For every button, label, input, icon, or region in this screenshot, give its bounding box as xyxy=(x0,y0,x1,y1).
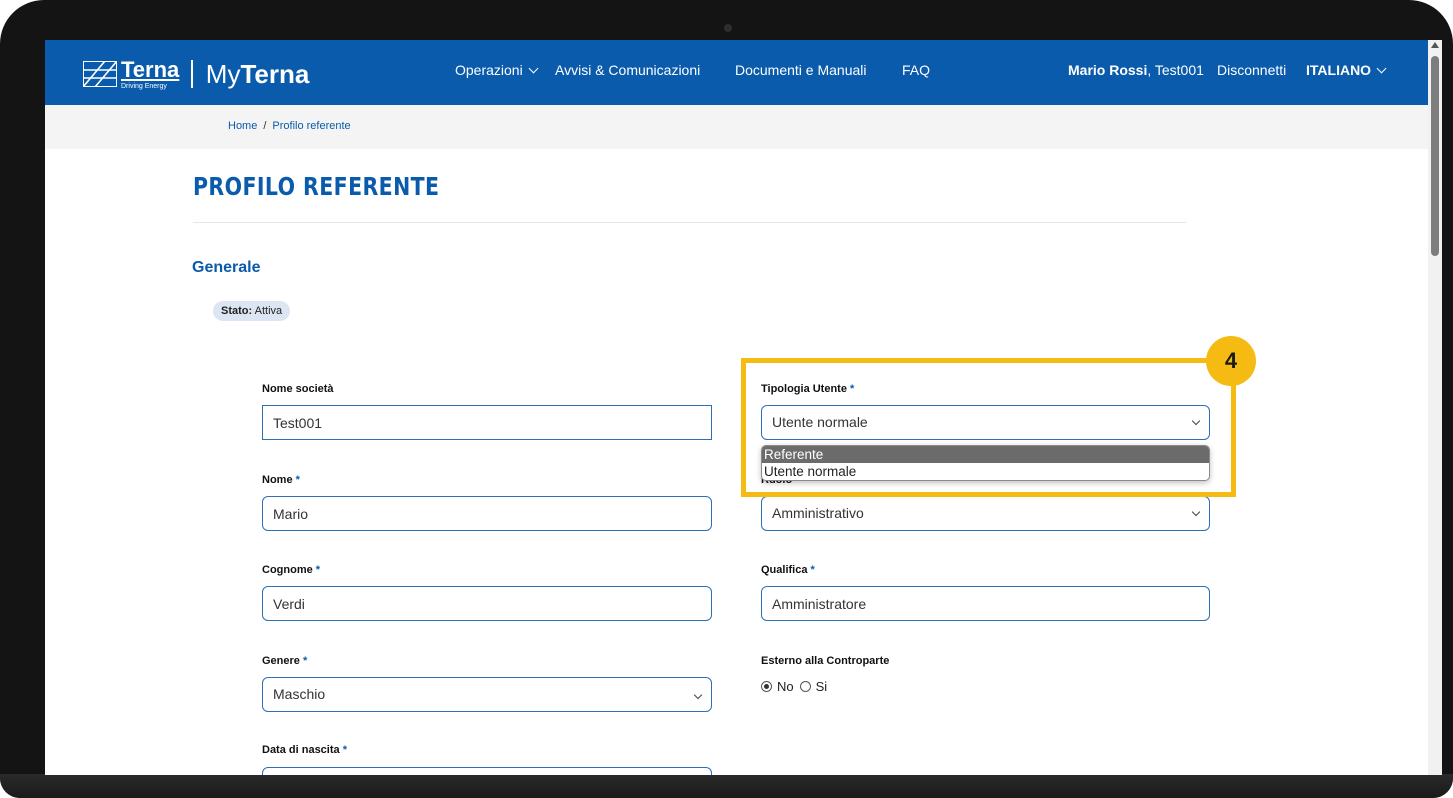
data-nascita-label: Data di nascita * xyxy=(262,744,347,756)
nome-label: Nome * xyxy=(262,474,300,486)
terna-logo[interactable]: Terna Driving Energy MyTerna xyxy=(83,54,309,94)
genere-select[interactable]: Maschio xyxy=(262,677,712,712)
cognome-input[interactable] xyxy=(262,586,712,621)
nome-societa-input[interactable] xyxy=(262,405,712,440)
language-selector[interactable]: ITALIANO xyxy=(1306,62,1387,78)
nav-faq[interactable]: FAQ xyxy=(902,62,930,78)
brand-tagline: Driving Energy xyxy=(121,82,167,90)
nav-operazioni[interactable]: Operazioni xyxy=(455,62,539,78)
data-nascita-label-text: Data di nascita xyxy=(262,744,340,756)
qualifica-label-text: Qualifica xyxy=(761,564,808,576)
genere-label-text: Genere xyxy=(262,655,300,667)
required-mark: * xyxy=(315,564,321,576)
user-name: Mario Rossi xyxy=(1068,62,1148,78)
cognome-label: Cognome * xyxy=(262,564,320,576)
title-divider xyxy=(193,222,1186,223)
app-name-prefix: My xyxy=(205,58,241,89)
required-mark: * xyxy=(810,564,815,576)
nome-input[interactable] xyxy=(262,496,712,531)
section-title: Generale xyxy=(192,259,261,276)
qualifica-input[interactable] xyxy=(761,586,1210,621)
radio-si-label: Si xyxy=(815,679,828,694)
breadcrumb-separator: / xyxy=(263,120,267,132)
step-number-badge: 4 xyxy=(1206,336,1256,386)
esterno-label: Esterno alla Controparte xyxy=(761,655,890,667)
breadcrumb-home[interactable]: Home xyxy=(228,120,257,132)
radio-si[interactable] xyxy=(799,681,811,692)
breadcrumb-bar: Home / Profilo referente xyxy=(45,105,1428,149)
breadcrumb-current: Profilo referente xyxy=(272,120,351,132)
breadcrumb: Home / Profilo referente xyxy=(228,120,351,132)
radio-no[interactable] xyxy=(761,681,772,692)
cognome-label-text: Cognome xyxy=(262,564,313,576)
radio-no-label: No xyxy=(777,679,794,694)
page-title: PROFILO REFERENTE xyxy=(193,172,440,201)
required-mark: * xyxy=(295,474,300,486)
logo-divider xyxy=(191,60,193,88)
nome-societa-label: Nome società xyxy=(262,383,334,395)
esterno-radio-group: No Si xyxy=(761,679,833,694)
language-label: ITALIANO xyxy=(1306,62,1372,78)
status-value: Attiva xyxy=(254,305,283,317)
nav-operazioni-label: Operazioni xyxy=(455,62,523,78)
camera-dot xyxy=(724,24,732,32)
ruolo-value: Amministrativo xyxy=(772,505,864,521)
chevron-down-icon xyxy=(1191,507,1201,517)
genere-label: Genere * xyxy=(262,655,307,667)
qualifica-label: Qualifica * xyxy=(761,564,815,576)
chevron-down-icon xyxy=(1376,63,1387,74)
app-name: MyTerna xyxy=(206,59,310,90)
logout-link[interactable]: Disconnetti xyxy=(1217,62,1286,78)
logo-wordmark: Terna Driving Energy xyxy=(121,56,180,90)
chevron-down-icon xyxy=(693,690,703,700)
top-navigation: Terna Driving Energy MyTerna Operazioni … xyxy=(45,40,1428,105)
scroll-up-arrow-icon[interactable] xyxy=(1431,42,1439,48)
data-nascita-input[interactable] xyxy=(262,767,712,775)
status-label: Stato: xyxy=(221,305,253,317)
nome-label-text: Nome xyxy=(262,474,293,486)
nav-avvisi[interactable]: Avvisi & Comunicazioni xyxy=(555,62,700,78)
laptop-base xyxy=(0,774,1453,798)
terna-logo-icon xyxy=(83,61,117,87)
genere-value: Maschio xyxy=(273,686,326,702)
status-badge: Stato: Attiva xyxy=(213,301,291,321)
required-mark: * xyxy=(302,655,308,667)
scrollbar-thumb[interactable] xyxy=(1431,56,1439,256)
chevron-down-icon xyxy=(528,63,539,74)
step-highlight-box xyxy=(741,358,1236,497)
app-name-bold: Terna xyxy=(240,58,310,89)
ruolo-select[interactable]: Amministrativo xyxy=(761,496,1210,531)
user-company: , Test001 xyxy=(1147,62,1204,78)
user-info[interactable]: Mario Rossi, Test001 xyxy=(1068,62,1204,78)
brand-name: Terna xyxy=(121,56,180,82)
required-mark: * xyxy=(342,744,347,756)
nav-documenti[interactable]: Documenti e Manuali xyxy=(735,62,867,78)
